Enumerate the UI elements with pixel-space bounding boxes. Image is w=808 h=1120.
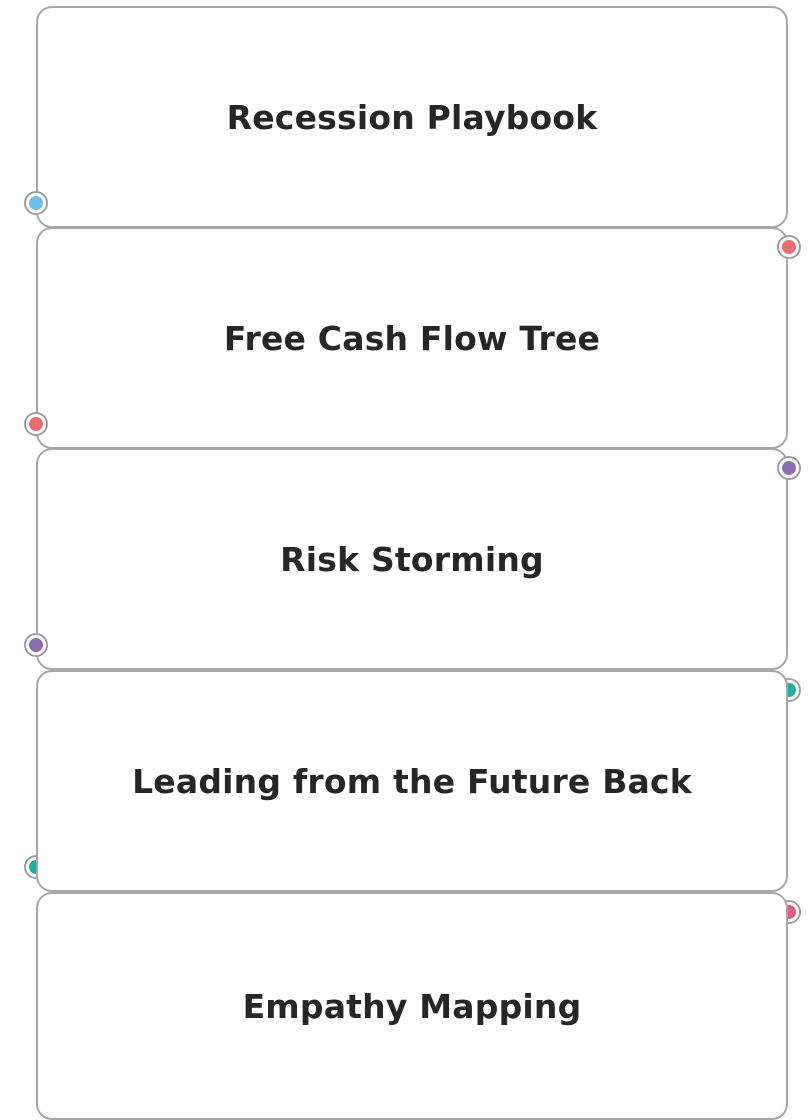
card-empathy-mapping[interactable]: Empathy Mapping bbox=[36, 892, 788, 1120]
card-title: Recession Playbook bbox=[226, 97, 598, 137]
input-port-free-cash-flow-tree[interactable] bbox=[777, 235, 801, 259]
port-fill bbox=[782, 240, 796, 254]
output-port-free-cash-flow-tree[interactable] bbox=[24, 412, 48, 436]
card-title: Free Cash Flow Tree bbox=[223, 318, 601, 358]
output-port-recession-playbook[interactable] bbox=[24, 191, 48, 215]
card-recession-playbook[interactable]: Recession Playbook bbox=[36, 6, 788, 228]
card-title: Risk Storming bbox=[280, 539, 544, 579]
card-risk-storming[interactable]: Risk Storming bbox=[36, 448, 788, 670]
port-fill bbox=[29, 638, 43, 652]
port-fill bbox=[29, 196, 43, 210]
workflow-diagram: Recession Playbook Free Cash Flow Tree Ris… bbox=[0, 0, 808, 1120]
port-fill bbox=[29, 417, 43, 431]
output-port-risk-storming[interactable] bbox=[24, 633, 48, 657]
card-leading-from-the-future-back[interactable]: Leading from the Future Back bbox=[36, 670, 788, 892]
port-fill bbox=[782, 461, 796, 475]
card-free-cash-flow-tree[interactable]: Free Cash Flow Tree bbox=[36, 227, 788, 449]
input-port-risk-storming[interactable] bbox=[777, 456, 801, 480]
card-title: Empathy Mapping bbox=[242, 986, 582, 1026]
card-title: Leading from the Future Back bbox=[132, 761, 692, 801]
